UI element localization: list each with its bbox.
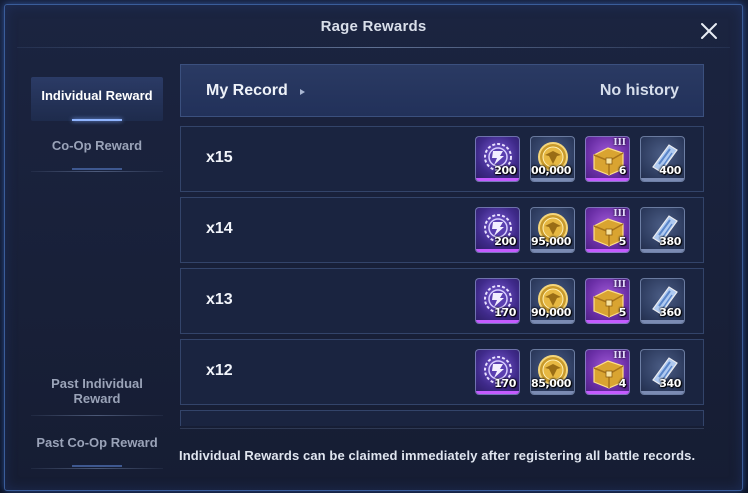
reward-row-partial (180, 410, 704, 426)
reward-row: x13 170 90,000 III 5 360 (180, 268, 704, 334)
tab-individual-reward-label: Individual Reward (41, 88, 153, 103)
rarity-bar (641, 391, 684, 394)
my-record-label: My Record (206, 82, 288, 99)
active-tab-indicator (72, 119, 122, 121)
item-quantity: 200 (494, 235, 516, 248)
reward-item[interactable]: 170 (475, 349, 520, 395)
reward-item[interactable]: 340 (640, 349, 685, 395)
reward-list-panel[interactable]: My Record No history x15 200 100,000 III… (180, 64, 704, 426)
reward-tier-label: x15 (206, 149, 233, 166)
tab-past-co-op-underline (72, 465, 122, 467)
reward-item[interactable]: 200 (475, 207, 520, 253)
reward-item[interactable]: III 5 (585, 278, 630, 324)
tab-co-op-reward-label: Co-Op Reward (51, 138, 143, 153)
tab-past-co-op-reward-label: Past Co-Op Reward (36, 435, 158, 450)
rage-rewards-dialog: Rage Rewards Individual Reward Co-Op Rew… (4, 4, 743, 491)
tab-past-co-op-reward[interactable]: Past Co-Op Reward (31, 435, 163, 450)
item-quantity: 170 (494, 377, 516, 390)
rarity-bar (641, 178, 684, 181)
rarity-bar (586, 249, 629, 252)
sidebar-divider (31, 468, 163, 469)
rarity-bar (476, 249, 519, 252)
item-tier-badge: III (613, 280, 626, 290)
reward-tabs-sidebar: Individual Reward Co-Op Reward Past Indi… (31, 72, 163, 469)
sidebar-divider (31, 415, 163, 416)
item-quantity: 400 (659, 164, 681, 177)
reward-item[interactable]: 170 (475, 278, 520, 324)
item-quantity: 380 (659, 235, 681, 248)
rarity-bar (476, 320, 519, 323)
reward-row: x12 170 85,000 III 4 340 (180, 339, 704, 405)
rarity-bar (476, 178, 519, 181)
reward-item[interactable]: 360 (640, 278, 685, 324)
sidebar-divider (31, 171, 163, 172)
rarity-bar (476, 391, 519, 394)
rarity-bar (531, 178, 574, 181)
rarity-bar (586, 320, 629, 323)
item-quantity: 200 (494, 164, 516, 177)
reward-tier-label: x13 (206, 291, 233, 308)
item-quantity: 95,000 (530, 235, 571, 248)
rarity-bar (531, 249, 574, 252)
item-quantity: 90,000 (530, 306, 571, 319)
item-tier-badge: III (613, 209, 626, 219)
reward-item[interactable]: 380 (640, 207, 685, 253)
tab-co-op-underline (72, 168, 122, 170)
item-quantity: 4 (618, 377, 627, 390)
item-quantity: 5 (618, 235, 627, 248)
item-quantity: 360 (659, 306, 681, 319)
reward-row: x15 200 100,000 III 6 400 (180, 126, 704, 192)
reward-item[interactable]: III 4 (585, 349, 630, 395)
reward-item[interactable]: 400 (640, 136, 685, 182)
item-quantity: 5 (618, 306, 627, 319)
reward-item[interactable]: 90,000 (530, 278, 575, 324)
footer-note: Individual Rewards can be claimed immedi… (179, 448, 696, 463)
item-quantity: 6 (618, 164, 627, 177)
item-quantity: 340 (659, 377, 681, 390)
list-bottom-edge (180, 428, 704, 429)
caret-right-icon[interactable] (300, 89, 305, 95)
rarity-bar (641, 320, 684, 323)
tab-co-op-reward[interactable]: Co-Op Reward (31, 138, 163, 153)
tab-past-individual-reward[interactable]: Past Individual Reward (31, 376, 163, 406)
dialog-header: Rage Rewards (5, 5, 742, 51)
item-quantity: 100,000 (530, 164, 571, 177)
rarity-bar (531, 391, 574, 394)
rarity-bar (531, 320, 574, 323)
tab-individual-reward[interactable]: Individual Reward (31, 77, 163, 121)
rarity-bar (641, 249, 684, 252)
reward-item[interactable]: 85,000 (530, 349, 575, 395)
reward-item[interactable]: 95,000 (530, 207, 575, 253)
item-quantity: 170 (494, 306, 516, 319)
reward-row: x14 200 95,000 III 5 380 (180, 197, 704, 263)
reward-item[interactable]: III 6 (585, 136, 630, 182)
reward-tier-label: x14 (206, 220, 233, 237)
rarity-bar (586, 178, 629, 181)
reward-item[interactable]: III 5 (585, 207, 630, 253)
close-button[interactable] (698, 20, 720, 42)
my-record-bar[interactable]: My Record No history (180, 64, 704, 117)
reward-item[interactable]: 200 (475, 136, 520, 182)
header-divider (17, 47, 730, 48)
item-tier-badge: III (613, 138, 626, 148)
rarity-bar (586, 391, 629, 394)
tab-past-individual-reward-label: Past Individual Reward (51, 376, 143, 406)
reward-item[interactable]: 100,000 (530, 136, 575, 182)
dialog-title: Rage Rewards (320, 18, 427, 35)
item-tier-badge: III (613, 351, 626, 361)
reward-tier-label: x12 (206, 362, 233, 379)
my-record-value: No history (599, 82, 679, 99)
item-quantity: 85,000 (530, 377, 571, 390)
close-icon (701, 23, 717, 39)
